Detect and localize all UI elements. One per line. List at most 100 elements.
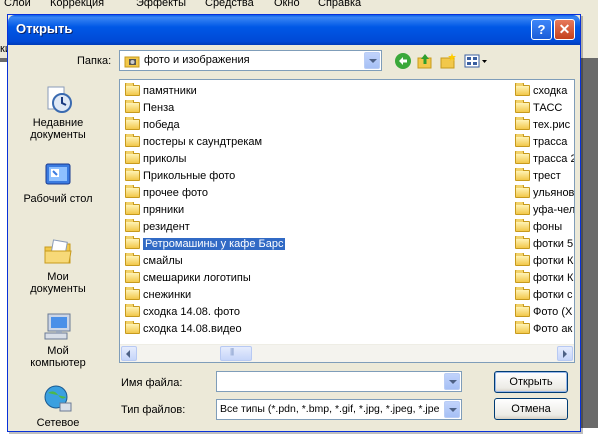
close-button[interactable]: ✕ — [554, 19, 575, 40]
folder-item[interactable]: постеры к саундтрекам — [125, 134, 325, 150]
folder-item[interactable]: фотки К — [515, 270, 574, 286]
folder-item-label: сходка — [533, 85, 568, 97]
folder-item[interactable]: приколы — [125, 151, 325, 167]
folder-item[interactable]: победа — [125, 117, 325, 133]
folder-item[interactable]: прочее фото — [125, 185, 325, 201]
cancel-button[interactable]: Отмена — [494, 398, 568, 420]
folder-icon — [125, 321, 140, 334]
folder-item[interactable]: пряники — [125, 202, 325, 218]
filetype-dropdown-button[interactable] — [444, 401, 460, 418]
folder-item[interactable]: фоны — [515, 219, 574, 235]
new-folder-icon — [440, 53, 456, 69]
folder-item[interactable]: трасса 2 — [515, 151, 575, 167]
folder-dropdown-button[interactable] — [364, 52, 380, 69]
folder-item[interactable]: резидент — [125, 219, 325, 235]
folder-item[interactable]: Ретромашины у кафе Барс — [125, 236, 325, 252]
folder-label: Папка: — [77, 55, 112, 67]
folder-item-label: снежинки — [143, 289, 192, 301]
folder-item-label: ТАСС — [533, 102, 563, 114]
folder-item-label: фоны — [533, 221, 563, 233]
filename-label: Имя файла: — [121, 377, 183, 389]
filename-dropdown-button[interactable] — [444, 373, 460, 390]
folder-item-label: памятники — [143, 85, 197, 97]
folder-value: фото и изображения — [144, 54, 250, 66]
folder-icon — [125, 287, 140, 300]
scroll-right-button[interactable] — [557, 346, 573, 361]
file-list[interactable]: памятники Пенза победа постеры к саундтрека… — [119, 79, 575, 363]
filetype-value: Все типы (*.pdn, *.bmp, *.gif, *.jpg, *.… — [220, 403, 440, 415]
folder-item[interactable]: Фото ак — [515, 321, 574, 337]
folder-item[interactable]: памятники — [125, 83, 325, 99]
folder-item[interactable]: уфа-чел — [515, 202, 574, 218]
folder-item[interactable]: фотки с — [515, 287, 574, 303]
folder-icon — [515, 151, 530, 164]
place-label: Сетевое — [36, 417, 80, 429]
folder-item[interactable]: смешарики логотипы — [125, 270, 325, 286]
up-folder-button[interactable] — [416, 52, 434, 70]
scroll-left-button[interactable] — [121, 346, 137, 361]
folder-item[interactable]: фотки 5 — [515, 236, 574, 252]
folder-item[interactable]: фотки К — [515, 253, 574, 269]
folder-item-label: победа — [143, 119, 180, 131]
folder-item[interactable]: трасса — [515, 134, 574, 150]
place-my-documents[interactable]: Мои документы — [18, 237, 98, 295]
back-button[interactable] — [394, 52, 412, 70]
folder-icon — [125, 253, 140, 266]
folder-item[interactable]: Пенза — [125, 100, 325, 116]
folder-item[interactable]: ульянов — [515, 185, 574, 201]
folder-item[interactable]: сходка 14.08. фото — [125, 304, 325, 320]
folder-item-label: трасса — [533, 136, 568, 148]
folder-item[interactable]: снежинки — [125, 287, 325, 303]
folder-icon — [125, 168, 140, 181]
folder-item[interactable]: сходка — [515, 83, 574, 99]
scroll-thumb[interactable] — [220, 346, 252, 361]
help-button[interactable]: ? — [531, 19, 552, 40]
dialog-title: Открыть — [16, 21, 73, 36]
new-folder-button[interactable] — [439, 52, 457, 70]
folder-item[interactable]: ТАСС — [515, 100, 574, 116]
open-file-dialog: Открыть ? ✕ Папка: фото и изображения Не… — [7, 14, 581, 432]
recent-documents-icon — [47, 86, 72, 113]
folder-item[interactable]: Прикольные фото — [125, 168, 325, 184]
folder-item[interactable]: тех.рис — [515, 117, 574, 133]
close-icon: ✕ — [558, 21, 571, 37]
folder-icon — [515, 185, 530, 198]
folder-icon — [125, 304, 140, 317]
folder-icon — [125, 134, 140, 147]
open-button[interactable]: Открыть — [494, 371, 568, 393]
folder-icon — [515, 321, 530, 334]
folder-item[interactable]: Фото (Х — [515, 304, 574, 320]
folder-icon — [515, 83, 530, 96]
menu-layer[interactable]: Слой — [4, 0, 31, 9]
folder-item[interactable]: смайлы — [125, 253, 325, 269]
folder-item-label: фотки К — [533, 255, 574, 267]
folder-item-label: прочее фото — [143, 187, 208, 199]
places-bar: Недавние документы Рабочий стол Мои доку… — [18, 75, 98, 429]
folder-combobox[interactable]: фото и изображения — [119, 50, 382, 71]
folder-item-label: сходка 14.08. фото — [143, 306, 240, 318]
folder-item[interactable]: сходка 14.08.видео — [125, 321, 325, 337]
folder-item-label: трасса 2 — [533, 153, 575, 165]
folder-icon — [125, 270, 140, 283]
folder-item[interactable]: трест — [515, 168, 574, 184]
filetype-combobox[interactable]: Все типы (*.pdn, *.bmp, *.gif, *.jpg, *.… — [216, 399, 462, 420]
dialog-titlebar[interactable]: Открыть ? ✕ — [8, 15, 580, 45]
folder-item-label: Пенза — [143, 102, 175, 114]
place-network[interactable]: Сетевое — [18, 383, 98, 429]
folder-icon — [515, 253, 530, 266]
menu-effects[interactable]: Эффекты — [136, 0, 186, 9]
folder-icon — [125, 117, 140, 130]
menu-window[interactable]: Окно — [274, 0, 300, 9]
folder-item-label: фотки с — [533, 289, 573, 301]
place-desktop[interactable]: Рабочий стол — [18, 159, 98, 205]
place-recent-documents[interactable]: Недавние документы — [18, 83, 98, 141]
folder-item-label: резидент — [143, 221, 190, 233]
filename-combobox[interactable] — [216, 371, 462, 392]
view-menu-button[interactable] — [463, 52, 489, 70]
horizontal-scrollbar[interactable] — [120, 344, 574, 362]
menu-tools[interactable]: Средства — [205, 0, 254, 9]
menu-adjustments[interactable]: Коррекция — [50, 0, 104, 9]
folder-icon — [515, 219, 530, 232]
menu-help[interactable]: Справка — [318, 0, 361, 9]
place-my-computer[interactable]: Мой компьютер — [18, 311, 98, 369]
